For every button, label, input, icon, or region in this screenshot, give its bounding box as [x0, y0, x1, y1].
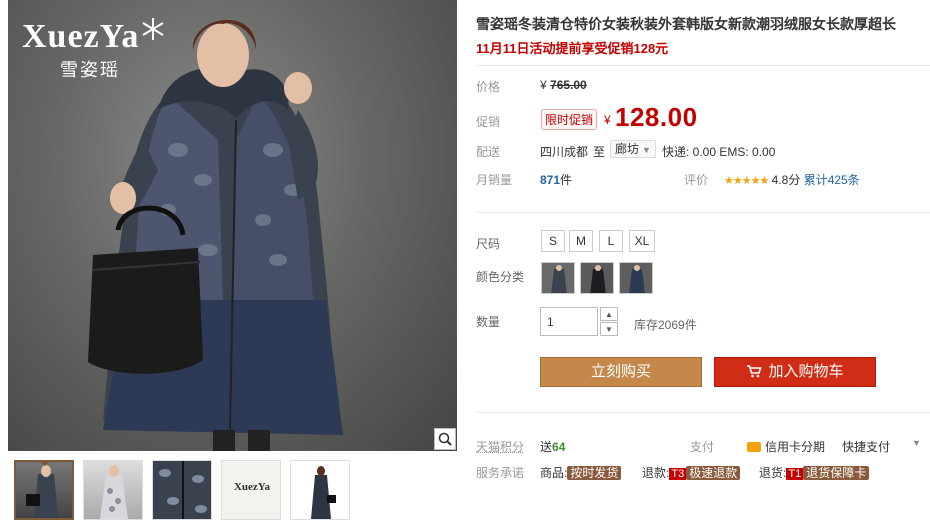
points-label[interactable]: 天猫积分	[476, 438, 524, 455]
promo-price-label: 促销	[476, 115, 501, 129]
monthly-sales-unit: 件	[560, 173, 573, 187]
color-option-2-image	[581, 263, 613, 293]
thumbnail-5[interactable]	[290, 460, 350, 520]
service-return-prefix: 退货:	[759, 466, 787, 480]
color-option-3-image	[620, 263, 652, 293]
service-refund-code: T3	[669, 468, 687, 480]
quantity-input[interactable]	[540, 307, 598, 336]
thumbnail-5-image	[311, 466, 336, 519]
shipping-label: 配送	[476, 145, 501, 159]
original-price: ¥ 765.00	[540, 78, 587, 92]
divider	[476, 65, 930, 66]
thumbnail-1[interactable]	[14, 460, 74, 520]
buy-now-label: 立刻购买	[590, 363, 651, 380]
cart-icon	[747, 365, 763, 378]
service-return[interactable]: 退货: T1 退货保障卡	[759, 464, 870, 481]
currency-symbol-current: ¥	[604, 113, 611, 127]
monthly-sales: 871件	[540, 171, 572, 188]
card-icon	[747, 442, 761, 452]
color-label: 颜色分类	[476, 270, 525, 284]
product-title: 雪姿瑶冬装清仓特价女装秋装外套韩版女新款潮羽绒服女长款厚超长	[476, 16, 896, 32]
service-goods-prefix: 商品:	[540, 466, 568, 480]
thumbnail-3-image	[159, 461, 207, 519]
buy-now-button[interactable]: 立刻购买	[540, 357, 702, 387]
divider	[476, 212, 930, 213]
thumbnail-4[interactable]: XuezYa	[221, 460, 281, 520]
points-value: 送64	[540, 438, 565, 455]
chevron-down-icon: ▼	[642, 145, 651, 155]
ship-to-word: 至	[593, 145, 606, 159]
current-price: 128.00	[615, 102, 698, 132]
add-to-cart-label: 加入购物车	[768, 363, 844, 380]
reviews-link[interactable]: 累计425条	[804, 173, 860, 187]
monthly-sales-label: 月销量	[476, 173, 513, 187]
size-option-m[interactable]: M	[569, 230, 593, 252]
service-refund-tag: 极速退款	[686, 466, 741, 480]
size-option-xl[interactable]: XL	[629, 230, 655, 252]
service-goods[interactable]: 商品: 按时发货	[540, 464, 622, 481]
thumbnail-1-image	[26, 465, 58, 518]
promo-text: 11月11日活动提前享受促销128元	[476, 41, 669, 56]
size-label: 尺码	[476, 237, 501, 251]
quantity-increase-button[interactable]: ▲	[600, 307, 618, 321]
main-product-image[interactable]: XuezYa 雪姿瑶	[8, 0, 457, 451]
zoom-icon	[438, 432, 452, 446]
price-label: 价格	[476, 80, 501, 94]
brand-logo: XuezYa 雪姿瑶	[16, 14, 166, 86]
points-amount: 64	[552, 440, 566, 454]
thumbnail-2[interactable]	[83, 460, 143, 520]
monthly-sales-count: 871	[540, 173, 561, 187]
product-info-panel: 雪姿瑶冬装清仓特价女装秋装外套韩版女新款潮羽绒服女长款厚超长 11月11日活动提…	[476, 0, 930, 524]
limited-promo-badge: 限时促销	[541, 109, 598, 130]
service-goods-tag: 按时发货	[567, 466, 622, 480]
quick-pay[interactable]: 快捷支付	[842, 438, 890, 455]
currency-symbol: ¥	[540, 78, 547, 92]
chevron-up-icon: ▲	[605, 309, 613, 319]
points-prefix: 送	[540, 440, 553, 454]
destination-select[interactable]: 廊坊 ▼	[610, 140, 656, 158]
rating-stars-icon: ★★★★★	[724, 175, 769, 187]
size-option-s[interactable]: S	[541, 230, 565, 252]
credit-installment-label: 信用卡分期	[765, 440, 826, 454]
color-option-1-image	[542, 263, 574, 293]
snowflake-icon	[142, 18, 164, 40]
payment-expand-icon[interactable]: ▼	[912, 438, 921, 448]
stock-count: 库存2069件	[634, 318, 697, 332]
service-refund-prefix: 退款:	[642, 466, 670, 480]
color-option-2[interactable]	[580, 262, 614, 294]
chevron-down-icon: ▼	[605, 324, 613, 334]
ship-from: 四川成都	[540, 145, 589, 159]
destination-city: 廊坊	[615, 142, 640, 156]
rating-score: 4.8分	[771, 173, 801, 187]
thumbnail-strip: XuezYa	[14, 460, 350, 520]
divider	[476, 412, 930, 413]
thumbnail-logo-text: XuezYa	[233, 481, 271, 493]
quantity-decrease-button[interactable]: ▼	[600, 322, 618, 336]
zoom-button[interactable]	[434, 428, 456, 450]
size-option-l[interactable]: L	[599, 230, 623, 252]
service-return-tag: 退货保障卡	[803, 466, 870, 480]
credit-installment[interactable]: 信用卡分期	[747, 438, 825, 455]
brand-logo-cn: 雪姿瑶	[60, 60, 120, 80]
shipping-fees: 快递: 0.00 EMS: 0.00	[662, 145, 776, 159]
service-return-code: T1	[786, 468, 804, 480]
thumbnail-2-image	[100, 465, 128, 519]
rating-label: 评价	[684, 173, 709, 187]
color-option-3[interactable]	[619, 262, 653, 294]
color-option-1[interactable]	[541, 262, 575, 294]
brand-logo-text: XuezYa	[22, 18, 140, 55]
service-refund[interactable]: 退款: T3 极速退款	[642, 464, 741, 481]
payment-label: 支付	[690, 440, 715, 454]
original-price-value: 765.00	[550, 78, 587, 92]
thumbnail-3[interactable]	[152, 460, 212, 520]
service-label: 服务承诺	[476, 466, 525, 480]
rating: ★★★★★ 4.8分 累计425条	[724, 171, 860, 188]
quantity-label: 数量	[476, 315, 501, 329]
add-to-cart-button[interactable]: 加入购物车	[714, 357, 876, 387]
